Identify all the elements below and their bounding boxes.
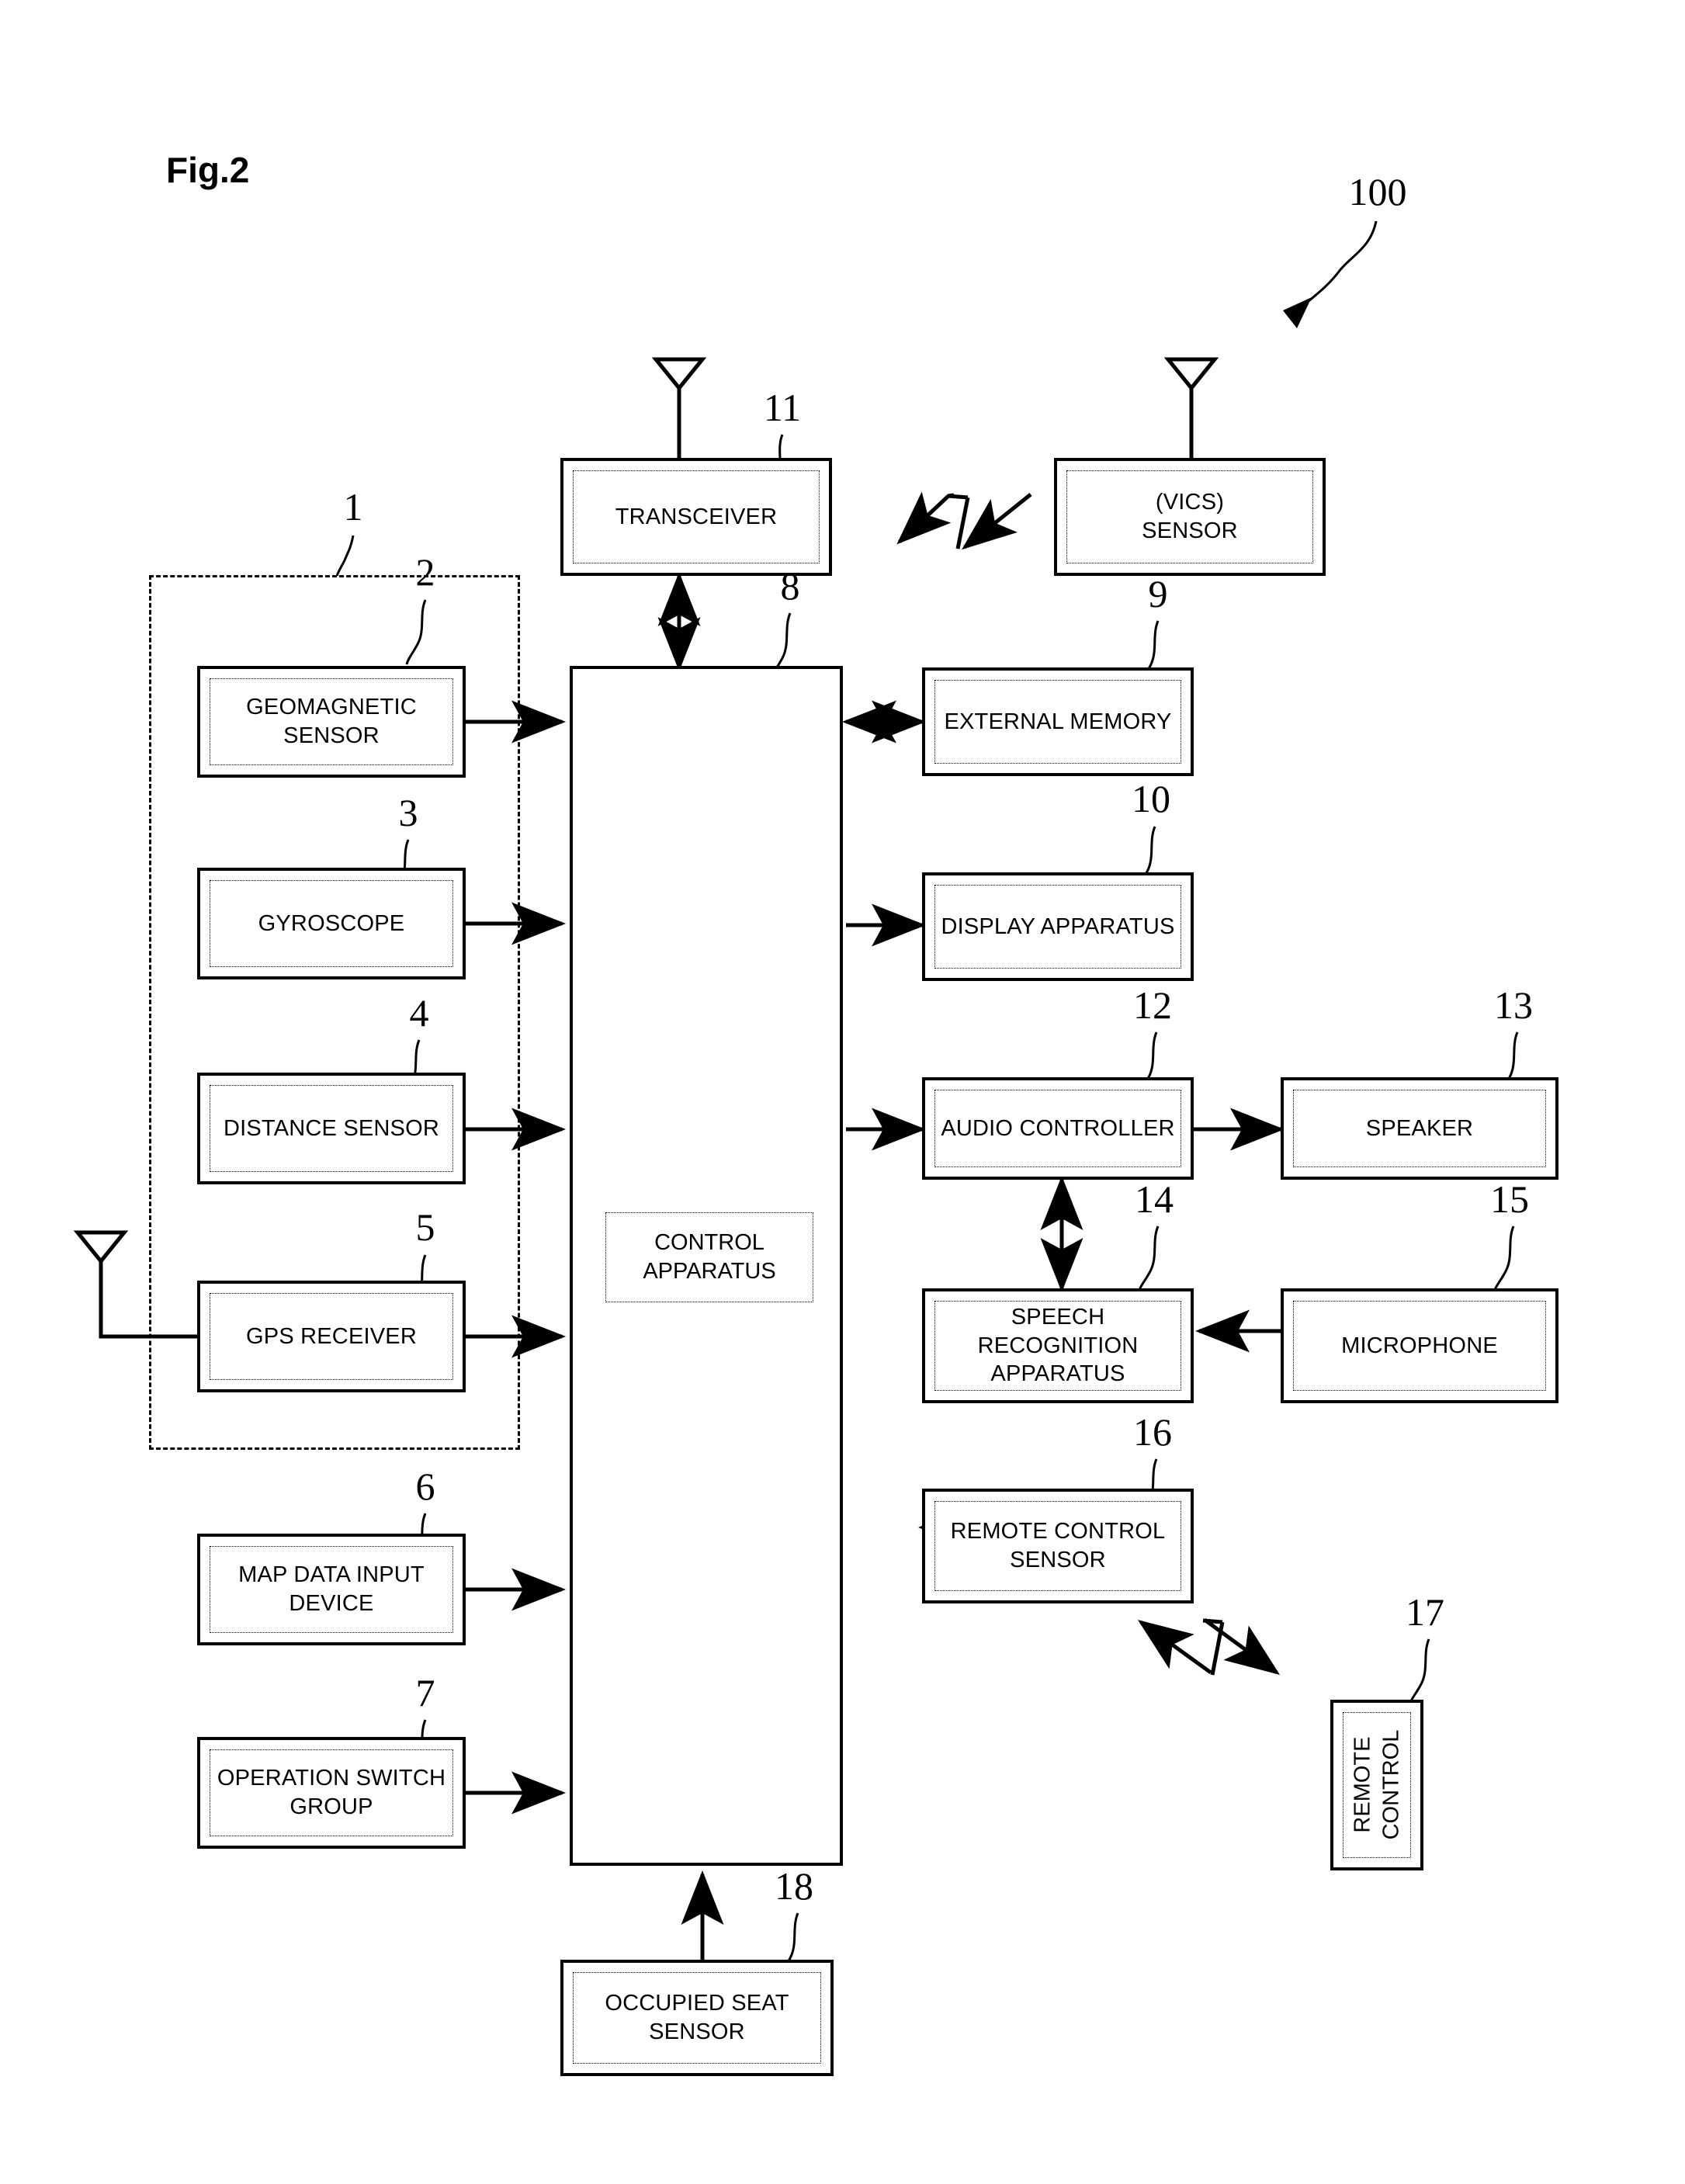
block-operation-switch-group-label: OPERATION SWITCH GROUP [217,1766,446,1819]
block-microphone[interactable]: MICROPHONE [1281,1288,1558,1403]
ref-num-1: 1 [343,485,363,529]
block-speech-recognition-apparatus[interactable]: SPEECH RECOGNITION APPARATUS [922,1288,1194,1403]
block-transceiver[interactable]: TRANSCEIVER [560,458,832,576]
ref-num-14: 14 [1135,1177,1174,1221]
block-display-apparatus-inner: DISPLAY APPARATUS [934,885,1181,969]
block-remote-control-inner: REMOTE CONTROL [1343,1712,1411,1858]
block-gps-receiver[interactable]: GPS RECEIVER [197,1281,466,1392]
block-speaker-label: SPEAKER [1365,1115,1474,1141]
block-remote-control-sensor[interactable]: REMOTE CONTROL SENSOR [922,1489,1194,1603]
block-control-apparatus[interactable]: CONTROL APPARATUS [570,666,843,1866]
block-vics-sensor-inner: (VICS) SENSOR [1066,470,1313,563]
ref-num-11b: 12 [1133,983,1172,1027]
block-map-data-input-device-inner: MAP DATA INPUT DEVICE [210,1546,453,1633]
wireless-zigzag-icon-vics [896,491,1032,550]
block-gyroscope-label: GYROSCOPE [258,910,405,936]
ref-num-7: 7 [415,1671,435,1714]
block-distance-sensor-inner: DISTANCE SENSOR [210,1085,453,1172]
block-occupied-seat-sensor-label: OCCUPIED SEAT SENSOR [605,1991,789,2044]
block-display-apparatus[interactable]: DISPLAY APPARATUS [922,872,1194,981]
block-occupied-seat-sensor-inner: OCCUPIED SEAT SENSOR [573,1972,821,2064]
block-control-apparatus-inner: CONTROL APPARATUS [605,1212,813,1302]
block-audio-controller[interactable]: AUDIO CONTROLLER [922,1077,1194,1180]
block-gyroscope-inner: GYROSCOPE [210,880,453,967]
block-control-apparatus-label: CONTROL APPARATUS [643,1230,776,1284]
block-distance-sensor[interactable]: DISTANCE SENSOR [197,1073,466,1184]
block-map-data-input-device[interactable]: MAP DATA INPUT DEVICE [197,1534,466,1645]
block-external-memory-label: EXTERNAL MEMORY [944,709,1172,734]
ref-num-11: 11 [763,386,802,429]
leader-line-100 [1283,220,1378,328]
block-external-memory[interactable]: EXTERNAL MEMORY [922,667,1194,776]
block-operation-switch-group-inner: OPERATION SWITCH GROUP [210,1749,453,1836]
block-speaker-inner: SPEAKER [1293,1090,1546,1167]
block-gyroscope[interactable]: GYROSCOPE [197,868,466,979]
block-geomagnetic-sensor-label: GEOMAGNETIC SENSOR [246,695,417,748]
block-speaker[interactable]: SPEAKER [1281,1077,1558,1180]
block-occupied-seat-sensor[interactable]: OCCUPIED SEAT SENSOR [560,1960,834,2076]
ref-num-100: 100 [1348,170,1407,213]
block-distance-sensor-label: DISTANCE SENSOR [223,1115,439,1141]
block-remote-control-sensor-inner: REMOTE CONTROL SENSOR [934,1501,1181,1591]
figure-title: Fig.2 [166,150,250,190]
block-microphone-label: MICROPHONE [1341,1333,1498,1358]
patent-figure-page: Fig.2 100 1 2 3 4 5 6 7 8 9 10 12 13 14 … [0,0,1685,2184]
block-geomagnetic-sensor[interactable]: GEOMAGNETIC SENSOR [197,666,466,778]
ref-num-13: 13 [1494,983,1533,1027]
wireless-zigzag-icon-remote [1137,1617,1281,1676]
block-remote-control-label: REMOTE CONTROL [1350,1730,1404,1840]
block-geomagnetic-sensor-inner: GEOMAGNETIC SENSOR [210,678,453,765]
ref-num-17: 17 [1406,1590,1444,1634]
block-gps-receiver-inner: GPS RECEIVER [210,1293,453,1380]
ref-num-6: 6 [415,1465,435,1508]
block-transceiver-inner: TRANSCEIVER [573,470,820,563]
block-remote-control-sensor-label: REMOTE CONTROL SENSOR [950,1519,1166,1572]
block-transceiver-label: TRANSCEIVER [615,504,778,529]
block-microphone-inner: MICROPHONE [1293,1301,1546,1391]
block-vics-sensor-label: (VICS) SENSOR [1142,490,1238,543]
block-speech-recognition-apparatus-label: SPEECH RECOGNITION APPARATUS [977,1305,1139,1387]
block-operation-switch-group[interactable]: OPERATION SWITCH GROUP [197,1737,466,1849]
ref-num-18: 18 [775,1864,813,1908]
block-audio-controller-label: AUDIO CONTROLLER [941,1115,1175,1141]
block-speech-recognition-apparatus-inner: SPEECH RECOGNITION APPARATUS [934,1301,1181,1391]
antenna-icon-vics [1163,357,1219,458]
block-display-apparatus-label: DISPLAY APPARATUS [941,913,1175,939]
block-vics-sensor[interactable]: (VICS) SENSOR [1054,458,1326,576]
ref-num-9: 9 [1148,572,1168,615]
block-remote-control[interactable]: REMOTE CONTROL [1330,1700,1423,1870]
ref-num-16: 16 [1133,1410,1172,1454]
block-audio-controller-inner: AUDIO CONTROLLER [934,1090,1181,1167]
ref-num-15: 15 [1490,1177,1529,1221]
block-gps-receiver-label: GPS RECEIVER [246,1323,417,1349]
antenna-icon-transceiver [651,357,707,458]
block-external-memory-inner: EXTERNAL MEMORY [934,680,1181,764]
ref-num-10: 10 [1132,777,1170,820]
block-map-data-input-device-label: MAP DATA INPUT DEVICE [238,1562,425,1616]
